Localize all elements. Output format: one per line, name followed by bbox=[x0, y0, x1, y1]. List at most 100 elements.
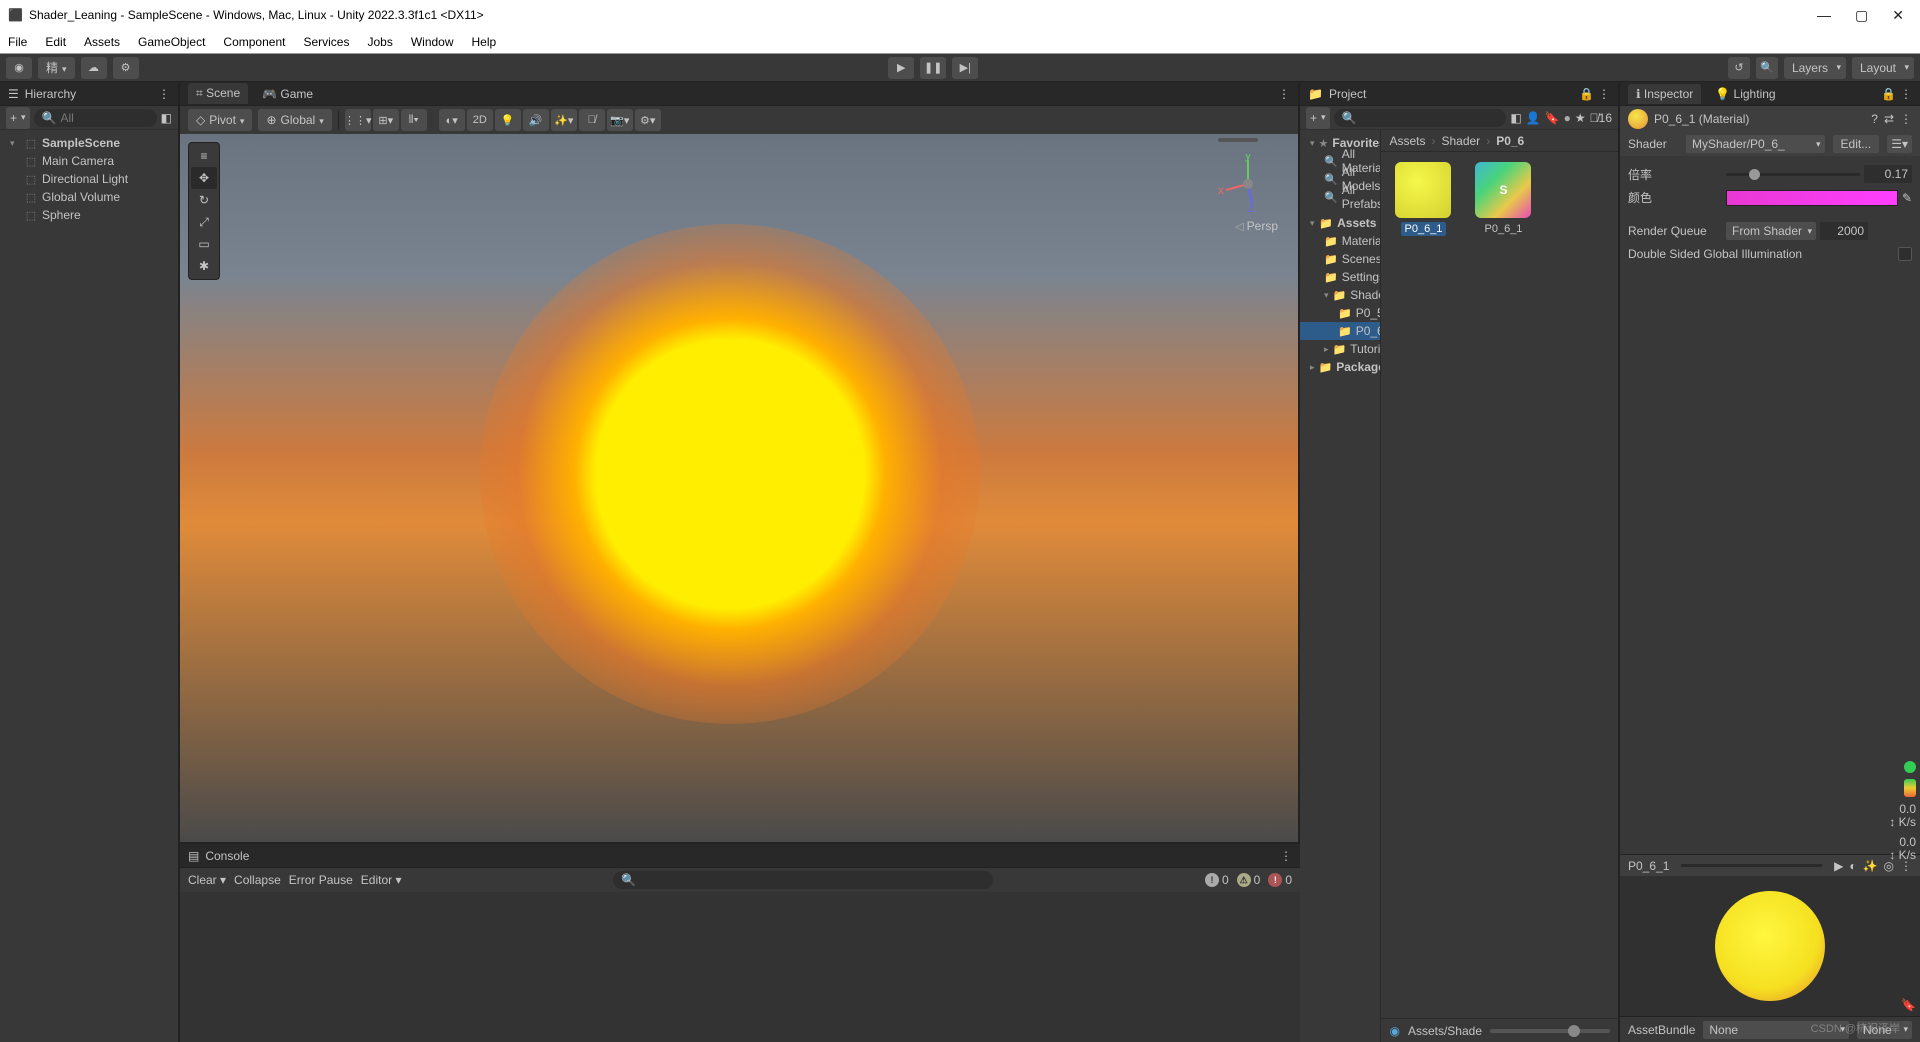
audio-toggle[interactable]: 🔊 bbox=[523, 109, 549, 131]
undo-history-button[interactable]: ↺ bbox=[1728, 57, 1750, 79]
menu-edit[interactable]: Edit bbox=[45, 35, 66, 49]
rect-tool[interactable]: ▭ bbox=[191, 233, 217, 255]
global-search-button[interactable]: 🔍 bbox=[1756, 57, 1778, 79]
pause-button[interactable]: ❚❚ bbox=[920, 57, 946, 79]
close-button[interactable]: ✕ bbox=[1892, 7, 1904, 24]
draw-mode-button[interactable]: ◐▾ bbox=[439, 109, 465, 131]
color-field[interactable] bbox=[1726, 190, 1898, 206]
tree-scenes[interactable]: 📁Scenes bbox=[1300, 250, 1380, 268]
project-item-material[interactable]: P0_6_1 bbox=[1391, 162, 1455, 236]
hierarchy-item-light[interactable]: ⬚Directional Light bbox=[0, 170, 178, 188]
rotate-tool[interactable]: ↻ bbox=[191, 189, 217, 211]
scene-sphere-object[interactable] bbox=[480, 224, 980, 724]
menu-jobs[interactable]: Jobs bbox=[367, 35, 392, 49]
game-tab[interactable]: 🎮 Game bbox=[254, 84, 321, 104]
project-search[interactable]: 🔍 bbox=[1334, 109, 1507, 127]
panel-menu-icon[interactable]: ⋮ bbox=[1598, 87, 1610, 101]
layers-dropdown[interactable]: Layers bbox=[1784, 57, 1846, 79]
camera-settings-button[interactable]: 📷▾ bbox=[607, 109, 633, 131]
tree-settings[interactable]: 📁Settings bbox=[1300, 268, 1380, 286]
panel-menu-icon[interactable]: ⋮ bbox=[1278, 87, 1290, 101]
menu-services[interactable]: Services bbox=[303, 35, 349, 49]
panel-menu-icon[interactable]: ⋮ bbox=[1280, 849, 1292, 863]
account-button[interactable]: ◉ bbox=[6, 57, 32, 79]
grid-visibility-button[interactable]: ⫴▾ bbox=[401, 109, 427, 131]
menu-help[interactable]: Help bbox=[472, 35, 497, 49]
console-error-pause-button[interactable]: Error Pause bbox=[289, 873, 353, 887]
console-log-area[interactable] bbox=[180, 892, 1300, 1042]
rate-slider[interactable] bbox=[1726, 173, 1860, 176]
dsi-checkbox[interactable] bbox=[1898, 247, 1912, 261]
console-collapse-button[interactable]: Collapse bbox=[234, 873, 281, 887]
pivot-dropdown[interactable]: ◇Pivot bbox=[188, 109, 252, 131]
rate-value-field[interactable]: 0.17 bbox=[1864, 165, 1912, 183]
inspector-tab[interactable]: ℹ Inspector bbox=[1628, 84, 1701, 104]
play-button[interactable]: ▶ bbox=[888, 57, 914, 79]
global-dropdown[interactable]: ⊕Global bbox=[258, 109, 331, 131]
maximize-button[interactable]: ▢ bbox=[1855, 7, 1868, 24]
star-icon[interactable]: ★ bbox=[1575, 111, 1586, 125]
grid-snap-button[interactable]: ⋮⋮▾ bbox=[345, 109, 371, 131]
tree-shader[interactable]: ▾📁Shader bbox=[1300, 286, 1380, 304]
menu-assets[interactable]: Assets bbox=[84, 35, 120, 49]
breadcrumb-shader[interactable]: Shader bbox=[1441, 134, 1480, 148]
layout-dropdown[interactable]: Layout bbox=[1852, 57, 1914, 79]
project-grid[interactable]: P0_6_1 S P0_6_1 bbox=[1381, 152, 1618, 1018]
shader-menu-button[interactable]: ☰▾ bbox=[1887, 135, 1912, 153]
menu-component[interactable]: Component bbox=[223, 35, 285, 49]
preset-icon[interactable]: ⇄ bbox=[1884, 112, 1894, 126]
help-icon[interactable]: ? bbox=[1871, 112, 1878, 126]
step-button[interactable]: ▶| bbox=[952, 57, 978, 79]
scene-tab[interactable]: ⌗ Scene bbox=[188, 83, 248, 104]
cloud-button[interactable]: ☁ bbox=[81, 57, 107, 79]
eyedropper-icon[interactable]: ✎ bbox=[1902, 191, 1912, 205]
lighting-tab[interactable]: 💡 Lighting bbox=[1707, 84, 1783, 104]
transform-tool[interactable]: ✱ bbox=[191, 255, 217, 277]
tree-packages[interactable]: ▸📁Packages bbox=[1300, 358, 1380, 376]
hierarchy-search[interactable]: 🔍 All bbox=[34, 109, 157, 127]
preview-mesh-icon[interactable]: ◐ bbox=[1849, 859, 1856, 873]
lighting-toggle[interactable]: 💡 bbox=[495, 109, 521, 131]
drag-handle[interactable] bbox=[1218, 138, 1258, 142]
console-editor-dropdown[interactable]: Editor ▾ bbox=[361, 873, 402, 887]
shader-dropdown[interactable]: MyShader/P0_6_ bbox=[1686, 135, 1825, 153]
orientation-gizmo[interactable]: yxz bbox=[1218, 154, 1278, 214]
panel-lock-icon[interactable]: 🔒 bbox=[1579, 87, 1594, 101]
menu-gameobject[interactable]: GameObject bbox=[138, 35, 205, 49]
panel-lock-icon[interactable]: 🔒 bbox=[1881, 87, 1896, 101]
hierarchy-create-button[interactable]: +▾ bbox=[6, 107, 30, 129]
tree-materials[interactable]: 📁Materials bbox=[1300, 232, 1380, 250]
hierarchy-item-volume[interactable]: ⬚Global Volume bbox=[0, 188, 178, 206]
account-dropdown[interactable]: 精 bbox=[38, 57, 75, 79]
2d-toggle[interactable]: 2D bbox=[467, 109, 493, 131]
scale-tool[interactable]: ⤢ bbox=[191, 211, 217, 233]
menu-file[interactable]: File bbox=[8, 35, 27, 49]
shader-edit-button[interactable]: Edit... bbox=[1833, 135, 1880, 153]
breadcrumb-current[interactable]: P0_6 bbox=[1496, 134, 1524, 148]
warn-icon[interactable]: ● bbox=[1564, 111, 1571, 125]
tree-tutorialinfo[interactable]: ▸📁TutorialInfo bbox=[1300, 340, 1380, 358]
view-tool[interactable]: ≡ bbox=[191, 145, 217, 167]
tree-p0-6[interactable]: 📁P0_6 bbox=[1300, 322, 1380, 340]
save-search-icon[interactable]: 🔖 bbox=[1545, 111, 1560, 125]
minimize-button[interactable]: — bbox=[1817, 7, 1831, 24]
material-preview[interactable]: 🔖 bbox=[1620, 876, 1920, 1016]
breadcrumb-assets[interactable]: Assets bbox=[1389, 134, 1425, 148]
console-info-count[interactable]: !0 bbox=[1205, 873, 1229, 887]
panel-menu-icon[interactable]: ⋮ bbox=[158, 87, 170, 101]
hierarchy-item-sphere[interactable]: ⬚Sphere bbox=[0, 206, 178, 224]
hierarchy-item-camera[interactable]: ⬚Main Camera bbox=[0, 152, 178, 170]
console-error-count[interactable]: !0 bbox=[1268, 873, 1292, 887]
snap-increment-button[interactable]: ⊞▾ bbox=[373, 109, 399, 131]
tree-p0-5[interactable]: 📁P0_5 bbox=[1300, 304, 1380, 322]
render-queue-field[interactable]: 2000 bbox=[1820, 222, 1868, 240]
project-create-button[interactable]: +▾ bbox=[1306, 107, 1330, 129]
settings-button[interactable]: ⚙ bbox=[113, 57, 139, 79]
console-warn-count[interactable]: ⚠0 bbox=[1237, 873, 1261, 887]
preview-tag-icon[interactable]: 🔖 bbox=[1901, 998, 1916, 1012]
project-item-shader[interactable]: S P0_6_1 bbox=[1471, 162, 1535, 236]
tree-assets[interactable]: ▾📁Assets bbox=[1300, 214, 1380, 232]
move-tool[interactable]: ✥ bbox=[191, 167, 217, 189]
render-queue-dropdown[interactable]: From Shader bbox=[1726, 222, 1816, 240]
panel-menu-icon[interactable]: ⋮ bbox=[1900, 87, 1912, 101]
